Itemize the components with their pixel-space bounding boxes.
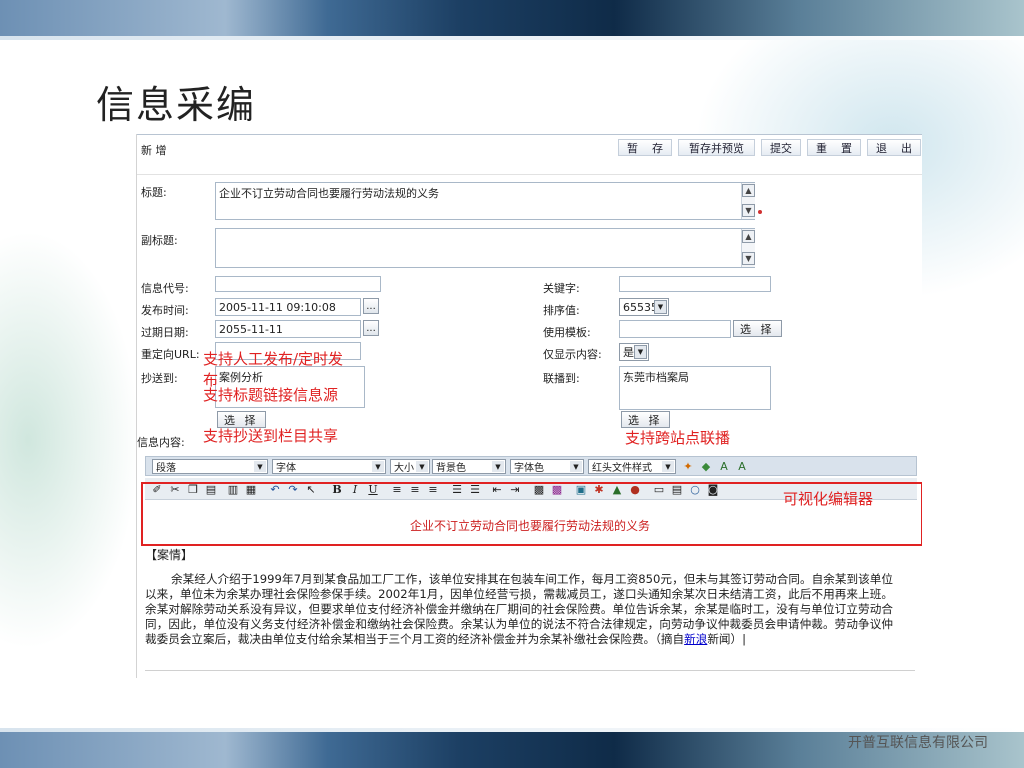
scroll-up-icon[interactable]: ▲ <box>742 230 755 243</box>
editor-article-heading: 企业不订立劳动合同也要履行劳动法规的义务 <box>409 519 650 533</box>
reset-button[interactable]: 重 置 <box>807 139 861 156</box>
paragraph-select[interactable]: 段落 ▼ <box>152 459 268 474</box>
chevron-down-icon: ▼ <box>662 461 674 472</box>
save-draft-label-1: 暂 <box>627 141 638 155</box>
publish-time-input[interactable]: 2005-11-11 09:10:08 <box>215 298 361 316</box>
source-link[interactable]: 新浪 <box>684 632 707 646</box>
flash-icon[interactable]: ✦ <box>680 458 696 474</box>
link-to-list[interactable]: 东莞市档案局 <box>619 366 771 410</box>
format-toolbar: 段落 ▼ 字体 ▼ 大小 ▼ 背景色 ▼ 字体色 ▼ 红头文件样式 ▼ ✦ ◆ A A <box>145 456 917 476</box>
display-only-label: 仅显示内容: <box>543 348 602 361</box>
scroll-down-icon[interactable]: ▼ <box>742 252 755 265</box>
code-input[interactable] <box>215 276 381 292</box>
display-only-select[interactable]: 是 ▼ <box>619 343 649 361</box>
display-only-value: 是 <box>623 346 634 359</box>
chevron-down-icon: ▼ <box>492 461 504 472</box>
sort-select[interactable]: 65535 ▼ <box>619 298 669 316</box>
form-toolbar: 新 增 暂 存 暂存并预览 提交 重 置 退 出 <box>137 134 922 160</box>
save-draft-button[interactable]: 暂 存 <box>618 139 672 156</box>
annotation-cross-site: 支持跨站点联播 <box>625 429 731 447</box>
redhead-style-select-value: 红头文件样式 <box>592 463 652 474</box>
chevron-down-icon: ▼ <box>416 461 428 472</box>
title-scrollbar[interactable]: ▲ ▼ <box>741 183 755 219</box>
save-draft-label-2: 存 <box>652 141 663 155</box>
exit-label-2: 出 <box>901 141 912 155</box>
editor-bottom-rule <box>145 670 915 671</box>
save-preview-button[interactable]: 暂存并预览 <box>678 139 755 156</box>
scroll-up-icon[interactable]: ▲ <box>742 184 755 197</box>
editor-body-text[interactable]: 余某经人介绍于1999年7月到某食品加工厂工作，该单位安排其在包装车间工作，每月… <box>145 572 893 647</box>
slide-left-decoration <box>0 230 140 650</box>
annotation-title-link: 支持标题链接信息源 <box>203 386 339 404</box>
bgcolor-select-value: 背景色 <box>436 463 466 474</box>
template-label: 使用模板: <box>543 326 591 339</box>
annotation-visual-editor: 可视化编辑器 <box>783 490 874 508</box>
media-icon[interactable]: ◆ <box>698 458 714 474</box>
copy-to-label: 抄送到: <box>141 372 178 385</box>
toolbar-buttons: 暂 存 暂存并预览 提交 重 置 退 出 <box>618 139 921 156</box>
keyword-label: 关键字: <box>543 282 580 295</box>
link-to-label: 联播到: <box>543 372 580 385</box>
mode-label: 新 增 <box>141 144 167 157</box>
reset-label-1: 重 <box>816 141 827 155</box>
subtitle-input[interactable] <box>215 228 755 268</box>
sort-select-value: 65535 <box>623 300 658 314</box>
body-text-part-1: 余某经人介绍于1999年7月到某食品加工厂工作，该单位安排其在包装车间工作，每月… <box>145 572 893 646</box>
slide-title: 信息采编 <box>96 83 257 127</box>
slide-top-band <box>0 0 1024 36</box>
subtitle-scrollbar[interactable]: ▲ ▼ <box>741 229 755 267</box>
submit-button[interactable]: 提交 <box>761 139 801 156</box>
title-label: 标题: <box>141 186 167 199</box>
chevron-down-icon: ▼ <box>254 461 266 472</box>
content-label: 信息内容: <box>137 436 185 449</box>
font-shrink-icon[interactable]: A <box>734 458 750 474</box>
font-grow-icon[interactable]: A <box>716 458 732 474</box>
required-marker <box>758 210 762 214</box>
font-select-value: 字体 <box>276 463 296 474</box>
exit-button[interactable]: 退 出 <box>867 139 921 156</box>
scroll-down-icon[interactable]: ▼ <box>742 204 755 217</box>
case-tag: 【案情】 <box>145 548 194 562</box>
size-select-value: 大小 <box>394 463 414 474</box>
keyword-input[interactable] <box>619 276 771 292</box>
expire-date-input[interactable]: 2055-11-11 <box>215 320 361 338</box>
fontcolor-select-value: 字体色 <box>514 463 544 474</box>
chevron-down-icon: ▼ <box>372 461 384 472</box>
company-name: 开普互联信息有限公司 <box>848 735 988 751</box>
fontcolor-select[interactable]: 字体色 ▼ <box>510 459 584 474</box>
expire-date-picker-button[interactable]: ... <box>363 320 379 336</box>
paragraph-select-value: 段落 <box>156 463 176 474</box>
bgcolor-select[interactable]: 背景色 ▼ <box>432 459 506 474</box>
chevron-down-icon: ▼ <box>570 461 582 472</box>
title-input[interactable]: 企业不订立劳动合同也要履行劳动法规的义务 <box>215 182 755 220</box>
size-select[interactable]: 大小 ▼ <box>390 459 430 474</box>
exit-label-1: 退 <box>876 141 887 155</box>
publish-time-picker-button[interactable]: ... <box>363 298 379 314</box>
template-choose-button[interactable]: 选 择 <box>733 320 782 337</box>
sort-label: 排序值: <box>543 304 580 317</box>
reset-label-2: 置 <box>841 141 852 155</box>
redirect-url-label: 重定向URL: <box>141 348 200 361</box>
font-select[interactable]: 字体 ▼ <box>272 459 386 474</box>
expire-date-label: 过期日期: <box>141 326 189 339</box>
code-label: 信息代号: <box>141 282 189 295</box>
body-text-part-2: 新闻） <box>707 632 743 646</box>
redhead-style-select[interactable]: 红头文件样式 ▼ <box>588 459 676 474</box>
annotation-scheduled-publish: 支持人工发布/定时发 <box>203 350 344 368</box>
link-to-choose-button[interactable]: 选 择 <box>621 411 670 428</box>
subtitle-label: 副标题: <box>141 234 178 247</box>
chevron-down-icon: ▼ <box>634 345 647 359</box>
editor-screenshot: 新 增 暂 存 暂存并预览 提交 重 置 退 出 标题: 企业不订立劳动合同也要… <box>136 134 922 678</box>
annotation-copy-share: 支持抄送到栏目共享 <box>203 427 339 445</box>
chevron-down-icon: ▼ <box>654 300 667 314</box>
publish-time-label: 发布时间: <box>141 304 189 317</box>
template-input[interactable] <box>619 320 731 338</box>
divider <box>137 174 922 175</box>
